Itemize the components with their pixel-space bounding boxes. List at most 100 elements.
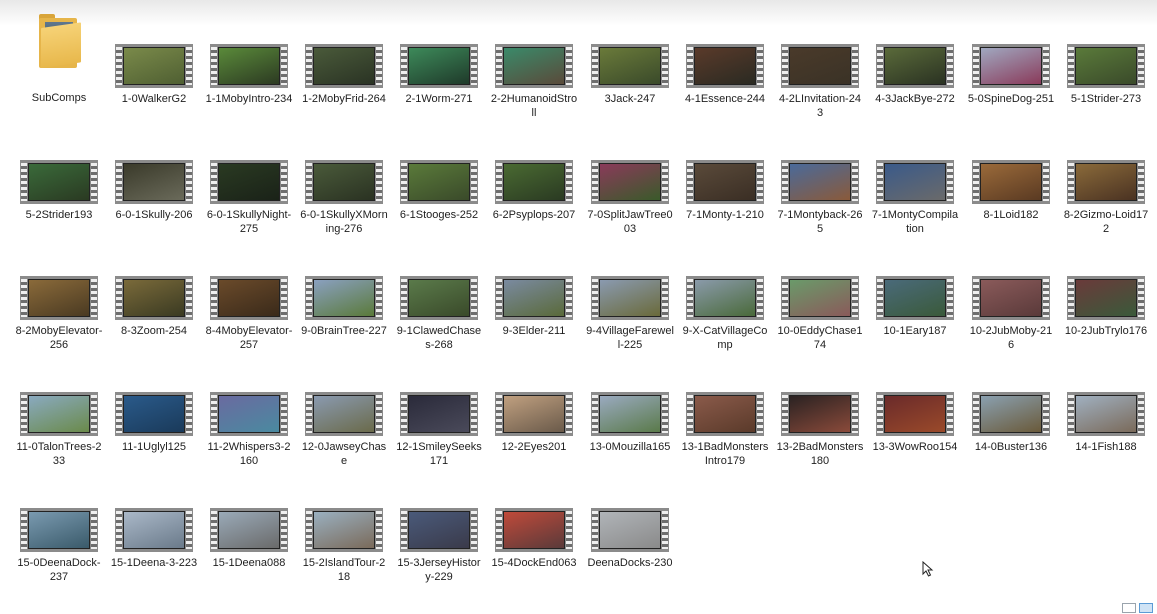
file-name-label: 2-2HumanoidStroll xyxy=(490,93,578,119)
file-name-label: 15-3JerseyHistory-229 xyxy=(397,557,481,583)
video-thumbnail-icon xyxy=(495,392,573,436)
video-thumbnail-icon xyxy=(972,276,1050,320)
file-name-label: 15-4DockEnd063 xyxy=(491,557,577,569)
video-thumbnail-icon xyxy=(781,160,859,204)
video-thumbnail-icon xyxy=(400,508,478,552)
file-name-label: 15-1Deena088 xyxy=(212,557,286,569)
file-name-label: 6-0-1SkullyXMorning-276 xyxy=(300,209,388,235)
file-name-label: 9-0BrainTree-227 xyxy=(301,325,387,337)
file-name-label: 8-1Loid182 xyxy=(983,209,1039,221)
details-view-icon[interactable] xyxy=(1122,603,1136,613)
file-name-label: 7-1Monty-1-210 xyxy=(686,209,764,221)
file-name-label: 4-1Essence-244 xyxy=(684,93,766,105)
video-thumbnail-icon xyxy=(686,392,764,436)
file-name-label: 12-2Eyes201 xyxy=(501,441,567,453)
file-name-label: 10-2JubTrylo176 xyxy=(1064,325,1148,337)
video-thumbnail-icon xyxy=(115,392,193,436)
mouse-cursor-icon xyxy=(922,561,934,577)
video-thumbnail-icon xyxy=(876,44,954,88)
file-name-label: 9-4VillageFarewell-225 xyxy=(586,325,674,351)
video-thumbnail-icon xyxy=(210,160,288,204)
video-thumbnail-icon xyxy=(210,276,288,320)
file-name-label: 8-4MobyElevator-257 xyxy=(205,325,293,351)
video-thumbnail-icon xyxy=(400,392,478,436)
file-name-label: 15-2IslandTour-218 xyxy=(302,557,386,583)
video-thumbnail-icon xyxy=(115,276,193,320)
video-thumbnail-icon xyxy=(591,508,669,552)
file-name-label: 11-0TalonTrees-233 xyxy=(16,441,102,467)
file-name-label: 10-2JubMoby-216 xyxy=(969,325,1053,351)
file-name-label: 3Jack-247 xyxy=(604,93,656,105)
file-name-label: 11-2Whispers3-2160 xyxy=(207,441,291,467)
video-thumbnail-icon xyxy=(1067,160,1145,204)
file-name-label: 6-2Psyplops-207 xyxy=(492,209,576,221)
video-thumbnail-icon xyxy=(305,44,383,88)
file-name-label: 8-3Zoom-254 xyxy=(120,325,188,337)
video-thumbnail-icon xyxy=(686,160,764,204)
file-name-label: 15-1Deena-3-223 xyxy=(110,557,198,569)
large-icons-view-icon[interactable] xyxy=(1139,603,1153,613)
file-name-label: 8-2MobyElevator-256 xyxy=(15,325,103,351)
file-name-label: 13-1BadMonstersIntro179 xyxy=(681,441,769,467)
video-thumbnail-icon xyxy=(400,276,478,320)
file-name-label: 13-3WowRoo154 xyxy=(872,441,958,453)
file-name-label: 14-1Fish188 xyxy=(1075,441,1137,453)
video-thumbnail-icon xyxy=(495,276,573,320)
video-thumbnail-icon xyxy=(20,276,98,320)
video-thumbnail-icon xyxy=(591,276,669,320)
file-name-label: 13-2BadMonsters180 xyxy=(776,441,864,467)
video-thumbnail-icon xyxy=(20,160,98,204)
file-name-label: 7-0SplitJawTree003 xyxy=(587,209,673,235)
video-thumbnail-icon xyxy=(115,508,193,552)
video-thumbnail-icon xyxy=(495,44,573,88)
file-name-label: 5-2Strider193 xyxy=(25,209,93,221)
video-thumbnail-icon xyxy=(400,160,478,204)
video-thumbnail-icon xyxy=(1067,44,1145,88)
file-name-label: 6-1Stooges-252 xyxy=(399,209,479,221)
video-thumbnail-icon xyxy=(1067,392,1145,436)
video-thumbnail-icon xyxy=(781,276,859,320)
file-name-label: 4-2LInvitation-243 xyxy=(779,93,861,119)
video-thumbnail-icon xyxy=(400,44,478,88)
file-name-label: 8-2Gizmo-Loid172 xyxy=(1063,209,1149,235)
video-thumbnail-icon xyxy=(210,44,288,88)
file-name-label: DeenaDocks-230 xyxy=(587,557,673,569)
file-name-label: 14-0Buster136 xyxy=(974,441,1048,453)
file-name-label: 1-0WalkerG2 xyxy=(121,93,187,105)
file-name-label: 5-1Strider-273 xyxy=(1070,93,1142,105)
file-grid: SubComps 1-0WalkerG2 1-1MobyIntro-234 1-2M… xyxy=(0,0,1157,614)
file-name-label: 1-1MobyIntro-234 xyxy=(205,93,293,105)
video-thumbnail-icon xyxy=(495,508,573,552)
video-thumbnail-icon xyxy=(686,276,764,320)
video-thumbnail-icon xyxy=(210,392,288,436)
file-name-label: 12-0JawseyChase xyxy=(301,441,387,467)
video-thumbnail-icon xyxy=(686,44,764,88)
file-name-label: 13-0Mouzilla165 xyxy=(589,441,671,453)
folder-icon xyxy=(39,14,81,69)
video-thumbnail-icon xyxy=(210,508,288,552)
video-thumbnail-icon xyxy=(876,392,954,436)
file-name-label: 6-0-1Skully-206 xyxy=(115,209,193,221)
file-name-label: 9-X-CatVillageComp xyxy=(682,325,768,351)
video-thumbnail-icon xyxy=(972,160,1050,204)
video-thumbnail-icon xyxy=(591,160,669,204)
file-name-label: 7-1Montyback-265 xyxy=(777,209,863,235)
video-thumbnail-icon xyxy=(20,508,98,552)
video-thumbnail-icon xyxy=(495,160,573,204)
file-name-label: 9-3Elder-211 xyxy=(502,325,566,337)
file-name-label: 12-1SmileySeeks171 xyxy=(396,441,482,467)
file-name-label: 15-0DeenaDock-237 xyxy=(17,557,101,583)
video-thumbnail-icon xyxy=(876,276,954,320)
video-thumbnail-icon xyxy=(115,44,193,88)
video-thumbnail-icon xyxy=(20,392,98,436)
video-thumbnail-icon xyxy=(305,392,383,436)
video-thumbnail-icon xyxy=(972,392,1050,436)
video-thumbnail-icon xyxy=(591,392,669,436)
video-thumbnail-icon xyxy=(781,44,859,88)
file-name-label: 7-1MontyCompilation xyxy=(871,209,959,235)
file-name-label: 9-1ClawedChases-268 xyxy=(396,325,482,351)
video-thumbnail-icon xyxy=(305,276,383,320)
file-name-label: 1-2MobyFrid-264 xyxy=(302,93,386,105)
video-thumbnail-icon xyxy=(305,508,383,552)
video-thumbnail-icon xyxy=(591,44,669,88)
